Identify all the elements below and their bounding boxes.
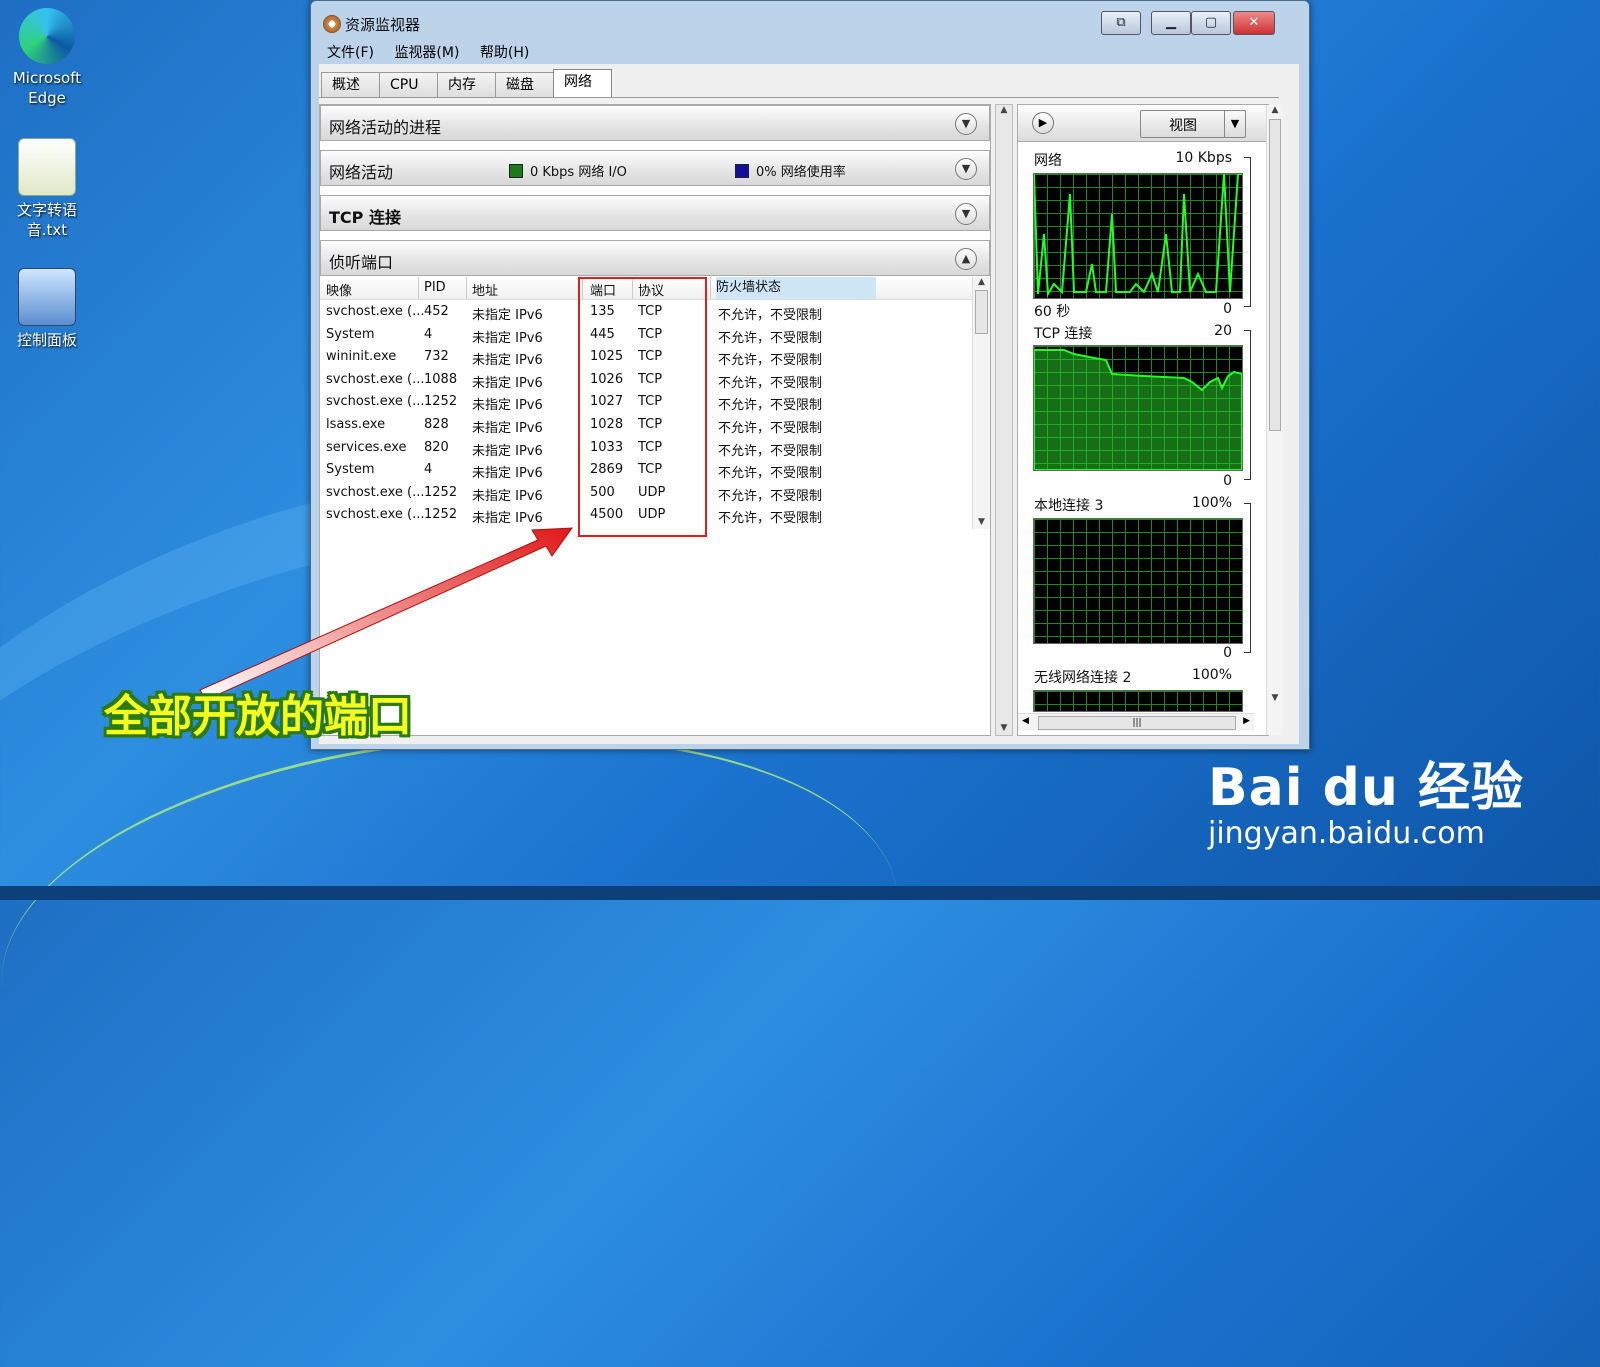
taskbar-edge [0, 886, 1600, 900]
watermark-url: jingyan.baidu.com [1208, 816, 1485, 851]
baidu-watermark: Bai du 经验 jingyan.baidu.com [1208, 745, 1524, 851]
watermark-brand: Bai du 经验 [1208, 758, 1524, 818]
annotation-caption: 全部开放的端口 [104, 691, 412, 742]
